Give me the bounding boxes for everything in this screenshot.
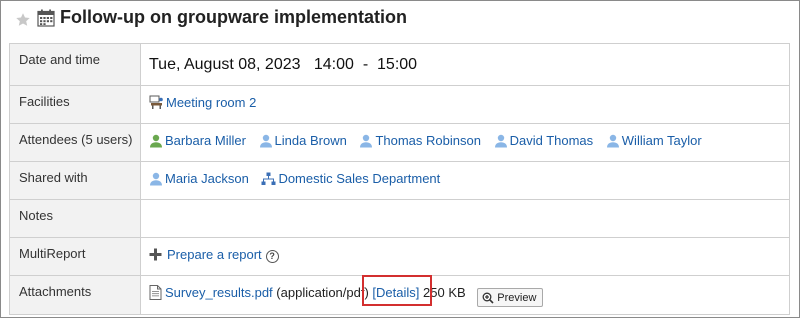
preview-button[interactable]: Preview — [477, 288, 544, 307]
date-time-value: Tue, August 08, 2023 14:00 - 15:00 — [140, 43, 790, 86]
attachment-file-link[interactable]: Survey_results.pdf — [165, 285, 273, 300]
preview-label: Preview — [497, 292, 537, 304]
help-icon[interactable]: ? — [265, 250, 279, 263]
user-icon — [494, 134, 507, 148]
org-icon — [261, 172, 276, 185]
user-icon — [360, 134, 373, 148]
row-facilities: Facilities Meeting room 2 — [9, 85, 790, 124]
calendar-icon — [37, 9, 55, 27]
time-separator: - — [362, 56, 369, 73]
user-icon — [606, 134, 619, 148]
facility-item[interactable]: Meeting room 2 — [149, 95, 256, 110]
shared-user-link[interactable]: Maria Jackson — [165, 171, 249, 186]
start-time: 14:00 — [313, 56, 354, 73]
plus-icon — [149, 248, 162, 264]
facility-link[interactable]: Meeting room 2 — [166, 95, 256, 110]
attendee-item[interactable]: Thomas Robinson — [359, 133, 481, 148]
shared-item[interactable]: Maria Jackson — [149, 171, 249, 186]
schedule-header: Follow-up on groupware implementation — [1, 1, 799, 41]
row-multireport: MultiReport Prepare a report? — [9, 237, 790, 276]
zoom-in-icon — [482, 292, 494, 304]
attendee-link[interactable]: Barbara Miller — [165, 133, 246, 148]
shared-item[interactable]: Domestic Sales Department — [261, 171, 440, 186]
user-icon — [259, 134, 272, 148]
facility-icon — [149, 95, 163, 109]
row-label: Attachments — [9, 275, 141, 315]
schedule-detail-panel: Follow-up on groupware implementation Da… — [0, 0, 800, 318]
page-title: Follow-up on groupware implementation — [60, 7, 407, 27]
file-icon — [149, 285, 162, 300]
row-label: MultiReport — [9, 237, 141, 276]
row-shared-with: Shared with Maria Jackson Domestic Sales… — [9, 161, 790, 200]
row-label: Notes — [9, 199, 141, 238]
shared-org-link[interactable]: Domestic Sales Department — [278, 171, 440, 186]
attachments-value: Survey_results.pdf (application/pdf) [De… — [140, 275, 790, 315]
attachment-mime-type: (application/pdf) — [276, 285, 369, 300]
notes-value — [140, 199, 790, 238]
date-value: Tue, August 08, 2023 — [149, 56, 301, 73]
user-icon — [150, 172, 162, 186]
attendee-link[interactable]: William Taylor — [622, 133, 702, 148]
row-attendees: Attendees (5 users) Barbara Miller Linda… — [9, 123, 790, 162]
attendee-item[interactable]: William Taylor — [606, 133, 702, 148]
attendee-item[interactable]: Linda Brown — [259, 133, 347, 148]
details-highlight-box — [362, 275, 432, 306]
prepare-report-link[interactable]: Prepare a report — [167, 247, 262, 262]
attendees-value: Barbara Miller Linda Brown Thomas Robins… — [140, 123, 790, 162]
row-notes: Notes — [9, 199, 790, 238]
row-date-time: Date and time Tue, August 08, 2023 14:00… — [9, 43, 790, 86]
row-label: Shared with — [9, 161, 141, 200]
row-label: Facilities — [9, 85, 141, 124]
attendee-link[interactable]: David Thomas — [510, 133, 594, 148]
user-icon-green — [150, 134, 162, 148]
attendee-item[interactable]: Barbara Miller — [149, 133, 246, 148]
end-time: 15:00 — [377, 56, 418, 73]
star-icon[interactable] — [15, 12, 31, 28]
facilities-value: Meeting room 2 — [140, 85, 790, 124]
multireport-value: Prepare a report? — [140, 237, 790, 276]
shared-value: Maria Jackson Domestic Sales Department — [140, 161, 790, 200]
row-label: Attendees (5 users) — [9, 123, 141, 162]
row-label: Date and time — [9, 43, 141, 86]
attendee-link[interactable]: Linda Brown — [275, 133, 347, 148]
attendee-item[interactable]: David Thomas — [494, 133, 594, 148]
attendee-link[interactable]: Thomas Robinson — [375, 133, 481, 148]
